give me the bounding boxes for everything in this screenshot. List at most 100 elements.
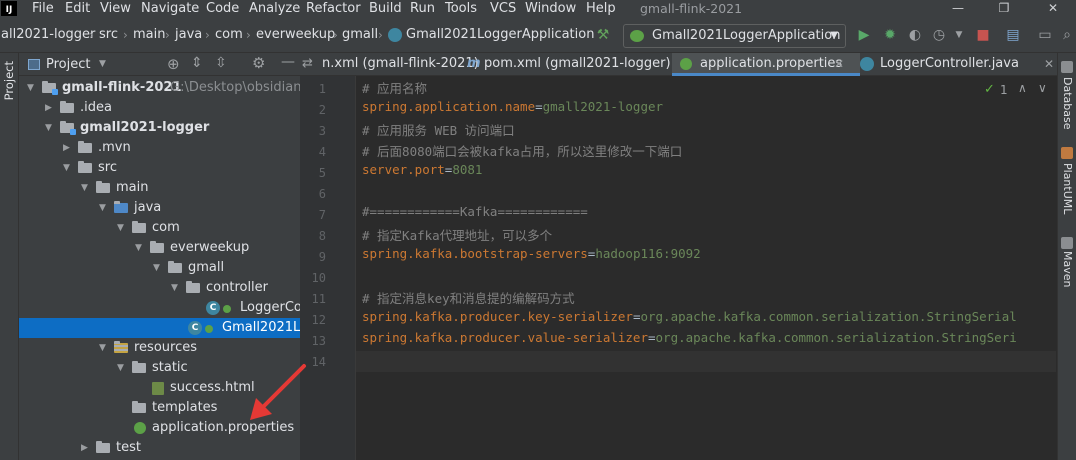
menu-item-code[interactable]: Code [206,0,239,17]
project-panel-title[interactable]: Project [46,53,90,76]
tab-parent-pom[interactable]: ⇄ n.xml (gmall-flink-2021) [300,53,479,76]
resources-folder-icon [114,341,128,353]
chevron-right-icon[interactable]: ▶ [45,98,55,118]
chevron-down-icon[interactable]: ▼ [45,118,55,138]
menu-item-window[interactable]: Window [525,0,576,17]
stop-icon[interactable]: ■ [974,26,992,44]
property-value: org.apache.kafka.common.serialization.St… [655,330,1017,345]
breadcrumb-everweekup[interactable]: everweekup [256,17,335,53]
expand-all-icon[interactable]: ⇕ [191,55,203,71]
restore-button[interactable]: ❐ [981,0,1027,17]
chevron-down-icon[interactable]: ▼ [99,53,106,76]
tree-item-label: gmall2021-logger [80,120,210,135]
minimize-button[interactable]: — [935,0,981,17]
chevron-down-icon[interactable]: ▼ [99,198,109,218]
chevron-down-icon[interactable]: ▼ [99,338,109,358]
breadcrumb-gmall[interactable]: gmall [342,17,378,53]
breadcrumb-main[interactable]: main [133,17,165,53]
database-icon [1061,61,1073,73]
menu-item-view[interactable]: View [100,0,131,17]
chevron-down-icon[interactable]: ▼ [81,178,91,198]
breadcrumb-module[interactable]: all2021-logger [1,17,95,53]
breadcrumb-class[interactable]: Gmall2021LoggerApplication [406,17,594,53]
code-operator: = [647,330,656,345]
property-key: spring.kafka.producer.key-serializer [362,309,633,324]
tree-item-src[interactable]: ▼ src [19,158,300,178]
database-tool-button[interactable]: Database [1060,77,1074,130]
tab-application-properties[interactable]: application.properties ✕ [672,53,860,76]
tree-item-gmall2021-logger[interactable]: ▼ gmall2021-logger [19,118,300,138]
profile-icon[interactable]: ◷ [930,26,948,44]
close-button[interactable]: ✕ [1030,0,1076,17]
breadcrumb-com[interactable]: com [215,17,243,53]
close-icon[interactable]: ✕ [1044,53,1054,75]
menu-item-analyze[interactable]: Analyze [249,0,300,17]
collapse-all-icon[interactable]: ⇳ [215,55,227,71]
close-icon[interactable]: ✕ [834,53,844,75]
locate-file-icon[interactable]: ⊕ [167,55,180,73]
chevron-down-icon[interactable]: ▼ [27,78,37,98]
breadcrumb-src[interactable]: src [99,17,118,53]
chevron-down-icon[interactable]: ▼ [135,238,145,258]
tree-item-logger-controller[interactable]: C LoggerCo [19,298,300,318]
tab-module-pom[interactable]: m pom.xml (gmall2021-logger) [462,53,672,76]
spring-leaf-icon [205,325,213,333]
chevron-down-icon[interactable]: ▼ [117,358,127,378]
project-structure-icon[interactable]: ▤ [1004,26,1022,44]
tree-item-gmall2021-logger-application[interactable]: C Gmall2021Log [19,318,300,338]
menu-item-help[interactable]: Help [586,0,616,17]
coverage-icon[interactable]: ◐ [906,26,924,44]
run-configuration-select[interactable]: Gmall2021LoggerApplication ▼ [623,24,846,48]
hide-panel-icon[interactable]: — [281,54,295,70]
menu-item-vcs[interactable]: VCS [490,0,516,17]
tab-logger-controller[interactable]: LoggerController.java ✕ [860,53,1057,76]
code-line: #============Kafka============ [362,204,588,225]
plantuml-tool-button[interactable]: PlantUML [1060,163,1074,214]
property-key: spring.kafka.producer.value-serializer [362,330,648,345]
code-editor[interactable]: # 应用名称 spring.application.name=gmall2021-… [356,76,1056,460]
maven-file-icon: m [467,56,481,71]
menu-item-refactor[interactable]: Refactor [306,0,361,17]
tree-item-mvn[interactable]: ▶ .mvn [19,138,300,158]
chevron-down-icon[interactable]: ▼ [153,258,163,278]
tree-item-java[interactable]: ▼ java [19,198,300,218]
maven-tool-button[interactable]: Maven [1060,251,1074,287]
chevron-right-icon[interactable]: ▶ [81,438,91,458]
chevron-right-icon[interactable]: ▶ [63,138,73,158]
gear-icon[interactable]: ⚙ [252,54,265,72]
chevron-down-icon[interactable]: ▼ [63,158,73,178]
breadcrumb-separator: › [378,28,383,42]
debug-icon[interactable]: ✹ [881,26,899,44]
menu-item-run[interactable]: Run [410,0,435,17]
run-icon[interactable]: ▶ [855,26,873,44]
tree-item-idea[interactable]: ▶ .idea [19,98,300,118]
chevron-down-icon[interactable]: ▼ [171,278,181,298]
menu-item-edit[interactable]: Edit [65,0,90,17]
tree-item-com[interactable]: ▼ com [19,218,300,238]
more-run-chevron-icon[interactable]: ▼ [950,26,968,44]
plantuml-icon [1061,147,1073,159]
terminal-icon[interactable]: ▭ [1036,26,1054,44]
menu-item-build[interactable]: Build [369,0,402,17]
chevron-up-icon[interactable]: ∧ [1018,81,1027,95]
tab-overflow-icon[interactable]: ⇄ [302,53,313,75]
project-tool-window-button[interactable]: Project [2,61,16,100]
breadcrumb-separator: › [89,28,94,42]
chevron-down-icon[interactable]: ∨ [1038,81,1047,95]
tree-item-test[interactable]: ▶ test [19,438,300,458]
menu-item-tools[interactable]: Tools [445,0,477,17]
breadcrumb-java[interactable]: java [175,17,202,53]
search-everywhere-icon[interactable]: ⌕ [1058,26,1076,44]
tree-item-controller[interactable]: ▼ controller [19,278,300,298]
tree-item-main[interactable]: ▼ main [19,178,300,198]
chevron-down-icon[interactable]: ▼ [117,218,127,238]
menu-item-file[interactable]: File [32,0,54,17]
current-line-highlight [356,351,1056,372]
tree-item-resources[interactable]: ▼ resources [19,338,300,358]
check-icon[interactable]: ✓ [984,82,995,97]
tree-item-gmall[interactable]: ▼ gmall [19,258,300,278]
tree-item-everweekup[interactable]: ▼ everweekup [19,238,300,258]
build-hammer-icon[interactable]: ⚒ [594,26,612,44]
menu-item-navigate[interactable]: Navigate [141,0,199,17]
tree-item-gmall-flink-2021[interactable]: ▼ gmall-flink-2021 G:\Desktop\obsidian_a [19,78,300,98]
